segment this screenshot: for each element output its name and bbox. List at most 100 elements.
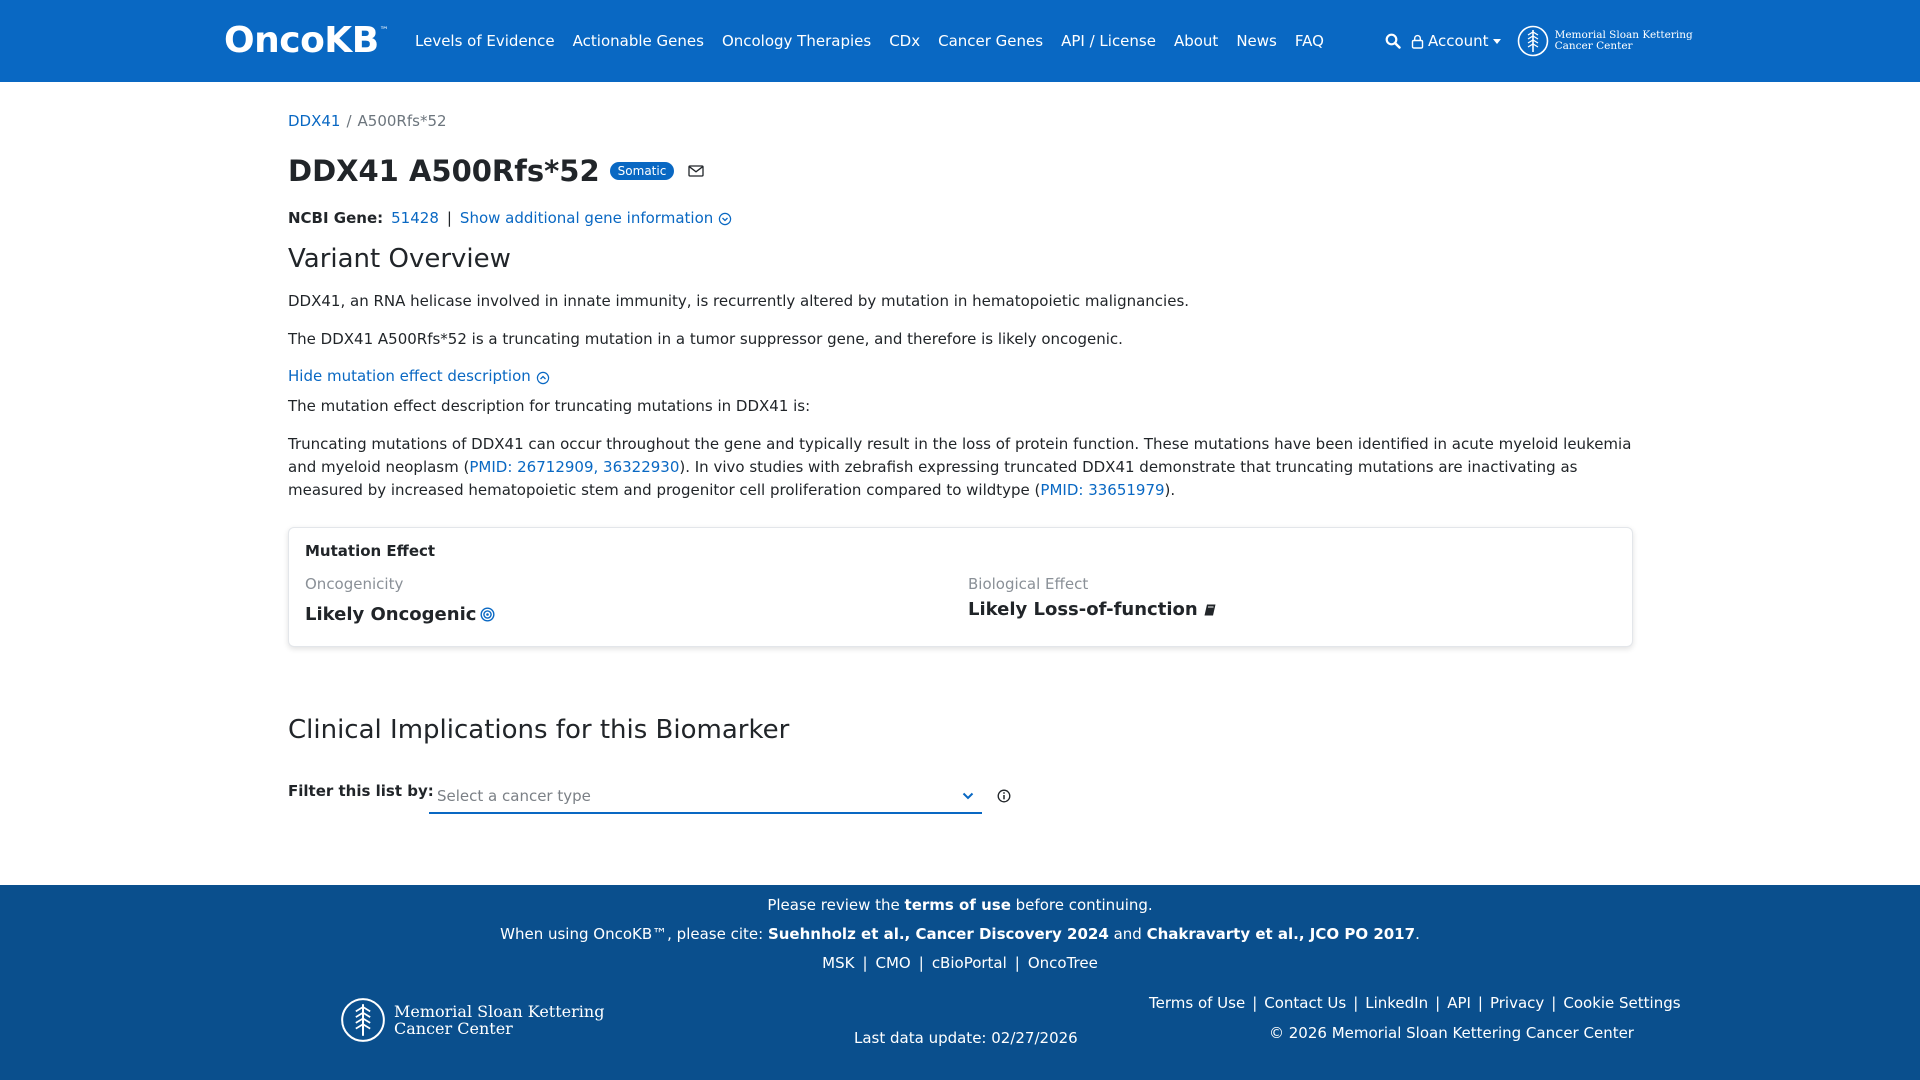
nav-link-oncology-therapies[interactable]: Oncology Therapies	[722, 32, 871, 50]
nav-right: Account Memorial Sloan Kettering Cancer …	[1385, 0, 1693, 82]
oncogenicity-value-row: Likely Oncogenic	[305, 604, 495, 625]
citation-and: and	[1108, 925, 1147, 943]
footer-link-cookie-settings[interactable]: Cookie Settings	[1563, 994, 1680, 1012]
msk-emblem-icon	[341, 998, 385, 1042]
nav-link-levels-of-evidence[interactable]: Levels of Evidence	[415, 32, 555, 50]
nav-link-actionable-genes[interactable]: Actionable Genes	[573, 32, 704, 50]
biological-effect-value-row: Likely Loss-of-function	[968, 599, 1217, 620]
footer-sep: |	[1435, 994, 1441, 1012]
pmid-link-1[interactable]: PMID: 26712909, 36322930	[469, 458, 679, 476]
variant-overview-heading: Variant Overview	[288, 244, 511, 274]
nav-link-cdx[interactable]: CDx	[889, 32, 920, 50]
nav-links: Levels of Evidence Actionable Genes Onco…	[415, 0, 1342, 82]
cancer-type-select[interactable]: Select a cancer type	[429, 780, 982, 814]
msk-logo-nav[interactable]: Memorial Sloan Kettering Cancer Center	[1517, 24, 1693, 58]
footer-link-oncotree[interactable]: OncoTree	[1028, 954, 1098, 972]
account-menu[interactable]: Account	[1411, 32, 1501, 50]
overview-variant-summary: The DDX41 A500Rfs*52 is a truncating mut…	[288, 330, 1123, 348]
top-navbar: OncoKB ™ Levels of Evidence Actionable Ge…	[0, 0, 1920, 82]
footer-link-linkedin[interactable]: LinkedIn	[1365, 994, 1428, 1012]
overview-gene-summary: DDX41, an RNA helicase involved in innat…	[288, 292, 1190, 310]
hide-description-row: Hide mutation effect description	[288, 365, 1633, 388]
footer-sep: |	[862, 954, 868, 972]
chevron-up-circle-icon[interactable]	[536, 371, 550, 385]
citation-notice: When using OncoKB™, please cite: Suehnho…	[0, 925, 1920, 943]
hide-mutation-effect-link[interactable]: Hide mutation effect description	[288, 365, 531, 388]
mutation-effect-intro: The mutation effect description for trun…	[288, 397, 811, 415]
footer-link-cbioportal[interactable]: cBioPortal	[932, 954, 1007, 972]
logo-text: OncoKB	[224, 20, 379, 61]
oncogenicity-value: Likely Oncogenic	[305, 604, 477, 625]
nav-link-api-license[interactable]: API / License	[1061, 32, 1156, 50]
page-title: DDX41 A500Rfs*52	[288, 154, 600, 188]
breadcrumb-gene-link[interactable]: DDX41	[288, 112, 340, 130]
copyright: © 2026 Memorial Sloan Kettering Cancer C…	[1269, 1024, 1634, 1042]
ncbi-separator: |	[446, 209, 452, 227]
chevron-down-icon	[962, 792, 974, 800]
cancer-type-placeholder: Select a cancer type	[437, 787, 591, 805]
caret-down-icon	[1492, 38, 1501, 44]
nav-link-faq[interactable]: FAQ	[1295, 32, 1324, 50]
oncogenicity-label: Oncogenicity	[305, 575, 404, 593]
terms-of-use-link[interactable]: terms of use	[905, 896, 1011, 914]
terms-notice-pre: Please review the	[767, 896, 905, 914]
citation-link-2[interactable]: Chakravarty et al., JCO PO 2017	[1147, 925, 1416, 943]
ncbi-label: NCBI Gene:	[288, 209, 384, 227]
somatic-badge: Somatic	[609, 162, 675, 180]
msk-emblem-icon	[1517, 25, 1548, 57]
nav-link-cancer-genes[interactable]: Cancer Genes	[938, 32, 1043, 50]
footer: Please review the terms of use before co…	[0, 885, 1920, 1080]
footer-msk-line2: Cancer Center	[394, 1019, 513, 1038]
ncbi-row: NCBI Gene: 51428 | Show additional gene …	[288, 209, 732, 227]
filter-label: Filter this list by:	[288, 782, 434, 800]
footer-link-terms[interactable]: Terms of Use	[1149, 994, 1245, 1012]
msk-logo-text: Memorial Sloan Kettering Cancer Center	[1555, 30, 1693, 52]
mutation-effect-title: Mutation Effect	[305, 542, 436, 560]
oncokb-logo[interactable]: OncoKB ™	[224, 20, 389, 61]
show-gene-info-link[interactable]: Show additional gene information	[460, 209, 713, 227]
nav-link-news[interactable]: News	[1236, 32, 1277, 50]
breadcrumb: DDX41 / A500Rfs*52	[288, 112, 447, 130]
envelope-icon[interactable]	[688, 165, 704, 177]
pmid-link-2[interactable]: PMID: 33651979	[1040, 481, 1164, 499]
clinical-implications-heading: Clinical Implications for this Biomarker	[288, 715, 790, 745]
footer-link-api[interactable]: API	[1447, 994, 1471, 1012]
citation-end: .	[1415, 925, 1420, 943]
biological-effect-value: Likely Loss-of-function	[968, 599, 1198, 620]
footer-sep: |	[1014, 954, 1020, 972]
info-icon[interactable]	[997, 789, 1011, 803]
ncbi-gene-link[interactable]: 51428	[391, 209, 439, 227]
citation-pre: When using OncoKB™, please cite:	[500, 925, 768, 943]
nav-link-about[interactable]: About	[1174, 32, 1218, 50]
logo-tm: ™	[379, 26, 389, 36]
last-data-update: Last data update: 02/27/2026	[854, 1029, 1078, 1047]
footer-link-privacy[interactable]: Privacy	[1490, 994, 1544, 1012]
breadcrumb-separator: /	[346, 112, 352, 130]
footer-link-msk[interactable]: MSK	[822, 954, 854, 972]
footer-link-contact[interactable]: Contact Us	[1264, 994, 1346, 1012]
search-icon[interactable]	[1385, 33, 1401, 49]
account-label: Account	[1428, 32, 1489, 50]
msk-line2: Cancer Center	[1554, 40, 1633, 52]
breadcrumb-variant: A500Rfs*52	[357, 112, 447, 130]
lock-icon	[1411, 34, 1424, 49]
footer-sep: |	[918, 954, 924, 972]
description-part-c: ).	[1164, 481, 1176, 499]
citation-link-1[interactable]: Suehnholz et al., Cancer Discovery 2024	[768, 925, 1109, 943]
chevron-down-circle-icon[interactable]	[718, 212, 732, 226]
footer-links-right: Terms of Use | Contact Us | LinkedIn | API |…	[1149, 994, 1681, 1012]
terms-notice-post: before continuing.	[1010, 896, 1153, 914]
footer-sep: |	[1252, 994, 1258, 1012]
terms-notice: Please review the terms of use before co…	[0, 896, 1920, 914]
oncogenic-target-icon	[480, 607, 495, 622]
footer-link-cmo[interactable]: CMO	[876, 954, 911, 972]
footer-sep: |	[1477, 994, 1483, 1012]
footer-msk-line1: Memorial Sloan Kettering	[394, 1002, 605, 1021]
footer-msk-text: Memorial Sloan Kettering Cancer Center	[394, 1003, 604, 1037]
book-icon[interactable]	[1203, 603, 1217, 617]
title-row: DDX41 A500Rfs*52 Somatic	[288, 154, 704, 188]
footer-sep: |	[1353, 994, 1359, 1012]
footer-msk-logo[interactable]: Memorial Sloan Kettering Cancer Center	[340, 995, 604, 1045]
mutation-effect-description: Truncating mutations of DDX41 can occur …	[288, 433, 1633, 502]
mutation-effect-card: Mutation Effect Oncogenicity Likely Onco…	[288, 527, 1633, 647]
